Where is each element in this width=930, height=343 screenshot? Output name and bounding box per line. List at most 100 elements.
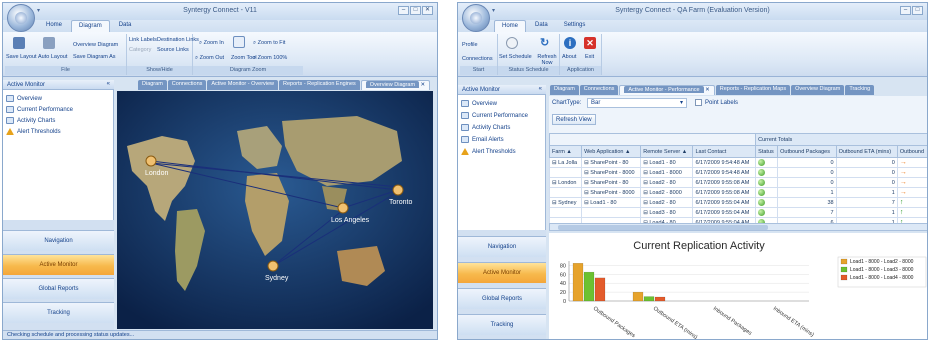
nav-item-email-alerts[interactable]: Email Alerts	[461, 136, 504, 143]
city-node-losangeles[interactable]	[337, 202, 349, 214]
overview-diagram-button[interactable]: Overview Diagram	[73, 42, 118, 48]
doc-tab-reports-replication-engines[interactable]: Reports - Replication Engines	[279, 80, 360, 90]
nav-item-activity-charts[interactable]: Activity Charts	[461, 124, 510, 131]
city-node-london[interactable]	[145, 155, 157, 167]
table-row[interactable]: ⊟ Load3 - 80 6/17/2009 9:55:04 AM 7 1 ↑	[548, 207, 927, 218]
auto-layout-button[interactable]: Auto Layout	[38, 54, 67, 60]
column-header-outbound-packages[interactable]: Outbound Packages	[777, 145, 837, 158]
bar	[654, 296, 666, 302]
nav-item-activity-charts[interactable]: Activity Charts	[6, 117, 55, 124]
exit-button[interactable]: Exit	[585, 54, 594, 60]
cell-last-contact: 6/17/2009 9:55:08 AM	[692, 187, 757, 198]
tab-home[interactable]: Home	[39, 20, 69, 32]
zoom-100-button[interactable]: ⌕ Zoom 100%	[253, 55, 287, 62]
column-header-outbound-eta[interactable]: Outbound ETA (mins)	[835, 145, 898, 158]
about-button[interactable]: About	[562, 54, 576, 60]
tab-data[interactable]: Data	[528, 20, 555, 32]
info-icon: i	[564, 37, 576, 49]
cell-remote-server-text: Load1 - 80	[649, 159, 676, 166]
table-row[interactable]: ⊟ SharePoint - 8000 ⊟ Load2 - 8000 6/17/20…	[548, 187, 927, 198]
horizontal-scrollbar[interactable]	[549, 223, 927, 231]
nav-item-alert-thresholds[interactable]: Alert Thresholds	[461, 148, 516, 155]
active-monitor-button[interactable]: Active Monitor	[458, 262, 546, 283]
tab-data[interactable]: Data	[112, 20, 139, 32]
doc-tab-diagram[interactable]: Diagram	[138, 80, 167, 90]
cell-trend: →	[896, 187, 927, 198]
close-icon[interactable]: ✕	[422, 6, 433, 15]
source-links-toggle[interactable]: Source Links	[157, 47, 189, 53]
table-row[interactable]: ⊟ Sydney ⊟ Load1 - 80 ⊟ Load2 - 80 6/17/200…	[548, 197, 927, 208]
doc-tab-overview-diagram[interactable]: Overview Diagram ✕	[360, 80, 431, 90]
maximize-icon[interactable]: □	[912, 6, 923, 15]
group-label-showhide: Show/Hide	[127, 66, 192, 75]
tab-settings[interactable]: Settings	[557, 20, 593, 32]
doc-tab-active-monitor-performance[interactable]: Active Monitor - Performance ✕	[619, 85, 715, 95]
zoom-in-button[interactable]: ⌕ Zoom In	[199, 40, 224, 47]
global-reports-button[interactable]: Global Reports	[3, 278, 114, 299]
column-header-label: Farm	[552, 148, 565, 155]
profile-button[interactable]: Profile	[462, 42, 478, 48]
minimize-icon[interactable]: –	[398, 6, 409, 15]
chart-svg: Current Replication Activity 80 60 40 20 0 Out…	[560, 240, 927, 339]
doc-tab-overview-diagram[interactable]: Overview Diagram	[791, 85, 845, 95]
table-row[interactable]: ⊟ SharePoint - 8000 ⊟ Load1 - 8000 6/17/20…	[548, 167, 927, 178]
window-controls: – □	[900, 6, 923, 15]
nav-item-overview[interactable]: Overview	[461, 100, 497, 107]
refresh-view-button[interactable]: Refresh View	[552, 114, 596, 125]
nav-item-alert-thresholds[interactable]: Alert Thresholds	[6, 128, 61, 135]
column-header-status[interactable]: Status	[755, 145, 779, 158]
app-menu-orb[interactable]	[7, 4, 35, 32]
doc-tab-connections[interactable]: Connections	[579, 85, 619, 95]
save-layout-button[interactable]: Save Layout	[6, 54, 37, 60]
tab-home[interactable]: Home	[494, 20, 527, 32]
connections-button[interactable]: Connections	[462, 56, 493, 62]
collapse-icon[interactable]: «	[539, 86, 542, 92]
nav-item-current-performance[interactable]: Current Performance	[6, 106, 73, 113]
doc-tab-reports-replication-maps[interactable]: Reports - Replication Maps	[715, 85, 791, 95]
global-reports-button[interactable]: Global Reports	[458, 288, 546, 309]
cell-web-application-text: SharePoint - 80	[590, 179, 629, 186]
set-schedule-button[interactable]: Set Schedule	[499, 54, 532, 60]
link-labels-toggle[interactable]: Link Labels	[129, 37, 157, 43]
scrollbar-thumb[interactable]	[558, 225, 768, 230]
ribbon-group-zoom: ⌕ Zoom In ⌕ Zoom Out Zoom Tool ⌕ Zoom to…	[193, 34, 303, 75]
category-toggle[interactable]: Category	[129, 47, 151, 53]
tab-diagram[interactable]: Diagram	[71, 20, 110, 32]
column-header-last-contact[interactable]: Last Contact	[692, 145, 757, 158]
column-header-web-application[interactable]: Web Application ▲	[581, 145, 642, 158]
nav-item-current-performance[interactable]: Current Performance	[461, 112, 528, 119]
chart-type-select[interactable]: Bar ▾	[587, 98, 687, 108]
ribbon-tabs: Home Diagram Data	[3, 20, 437, 32]
column-header-farm[interactable]: Farm ▲	[548, 145, 583, 158]
doc-tab-label: Active Monitor - Performance	[624, 86, 704, 93]
bar	[643, 296, 655, 302]
auto-layout-icon	[43, 37, 55, 49]
city-node-toronto[interactable]	[392, 184, 404, 196]
save-diagram-as-button[interactable]: Save Diagram As	[73, 54, 116, 60]
doc-tab-tracking[interactable]: Tracking	[845, 85, 875, 95]
maximize-icon[interactable]: □	[410, 6, 421, 15]
tracking-button[interactable]: Tracking	[3, 302, 114, 323]
navigation-button[interactable]: Navigation	[3, 230, 114, 251]
navigation-button[interactable]: Navigation	[458, 236, 546, 257]
city-node-sydney[interactable]	[267, 260, 279, 272]
doc-tab-connections[interactable]: Connections	[167, 80, 207, 90]
collapse-icon[interactable]: «	[107, 81, 110, 87]
minimize-icon[interactable]: –	[900, 6, 911, 15]
doc-tab-active-monitor-overview[interactable]: Active Monitor - Overview	[207, 80, 279, 90]
column-header-outbound-trend[interactable]: Outbound	[896, 145, 927, 158]
table-row[interactable]: ⊟ London ⊟ SharePoint - 80 ⊟ Load2 - 80 6/1…	[548, 177, 927, 188]
zoom-out-button[interactable]: ⌕ Zoom Out	[195, 55, 224, 62]
point-labels-checkbox[interactable]	[695, 99, 702, 106]
doc-tab-diagram[interactable]: Diagram	[550, 85, 579, 95]
column-header-remote-server[interactable]: Remote Server ▲	[640, 145, 694, 158]
nav-item-overview[interactable]: Overview	[6, 95, 42, 102]
app-menu-orb[interactable]	[462, 4, 490, 32]
table-row[interactable]: ⊟ La Jolla ⊟ SharePoint - 80 ⊟ Load1 - 80 6…	[548, 157, 927, 168]
world-map-diagram[interactable]: London Toronto Los Angeles Sydney	[117, 91, 433, 329]
cell-web-application: ⊟ Load1 - 80	[581, 197, 642, 208]
active-monitor-button[interactable]: Active Monitor	[3, 254, 114, 275]
zoom-to-fit-button[interactable]: ⌕ Zoom to Fit	[253, 40, 285, 47]
tracking-button[interactable]: Tracking	[458, 314, 546, 335]
refresh-now-button[interactable]: Refresh Now	[536, 54, 558, 66]
